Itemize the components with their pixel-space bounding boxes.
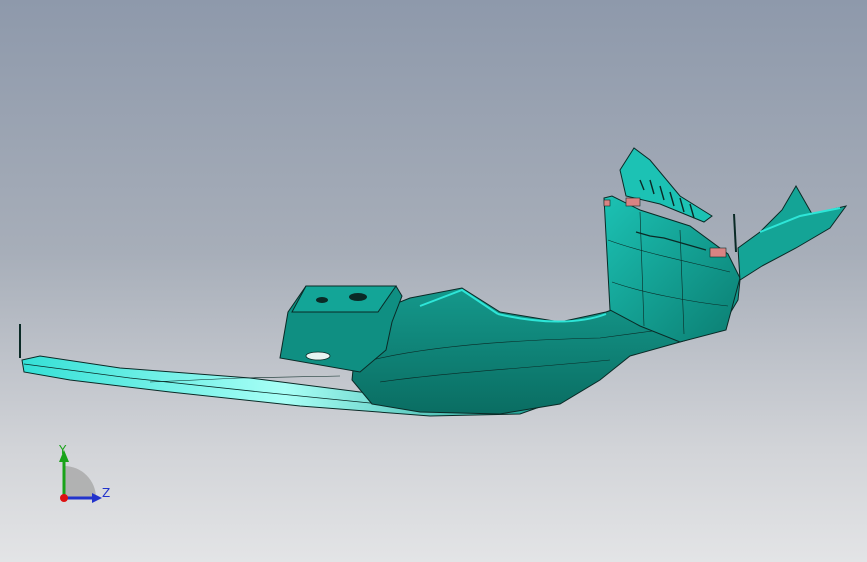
z-axis-arrowhead-icon — [92, 493, 102, 503]
axis-triad — [59, 450, 102, 503]
clip-tab — [603, 199, 611, 207]
right-flange — [733, 185, 848, 281]
origin-icon — [60, 494, 68, 502]
clip-tab — [709, 247, 727, 258]
graphics-viewport[interactable]: Y Z — [0, 0, 867, 562]
z-axis-label: Z — [102, 486, 111, 500]
model-view[interactable] — [0, 0, 867, 562]
rear-tower — [603, 147, 741, 343]
bolt-hole — [316, 297, 328, 303]
bolt-hole — [349, 293, 367, 301]
y-axis-label: Y — [59, 443, 67, 457]
triad-plane-icon — [64, 466, 96, 498]
clip-tab — [625, 197, 641, 207]
bolt-hole — [305, 351, 331, 361]
